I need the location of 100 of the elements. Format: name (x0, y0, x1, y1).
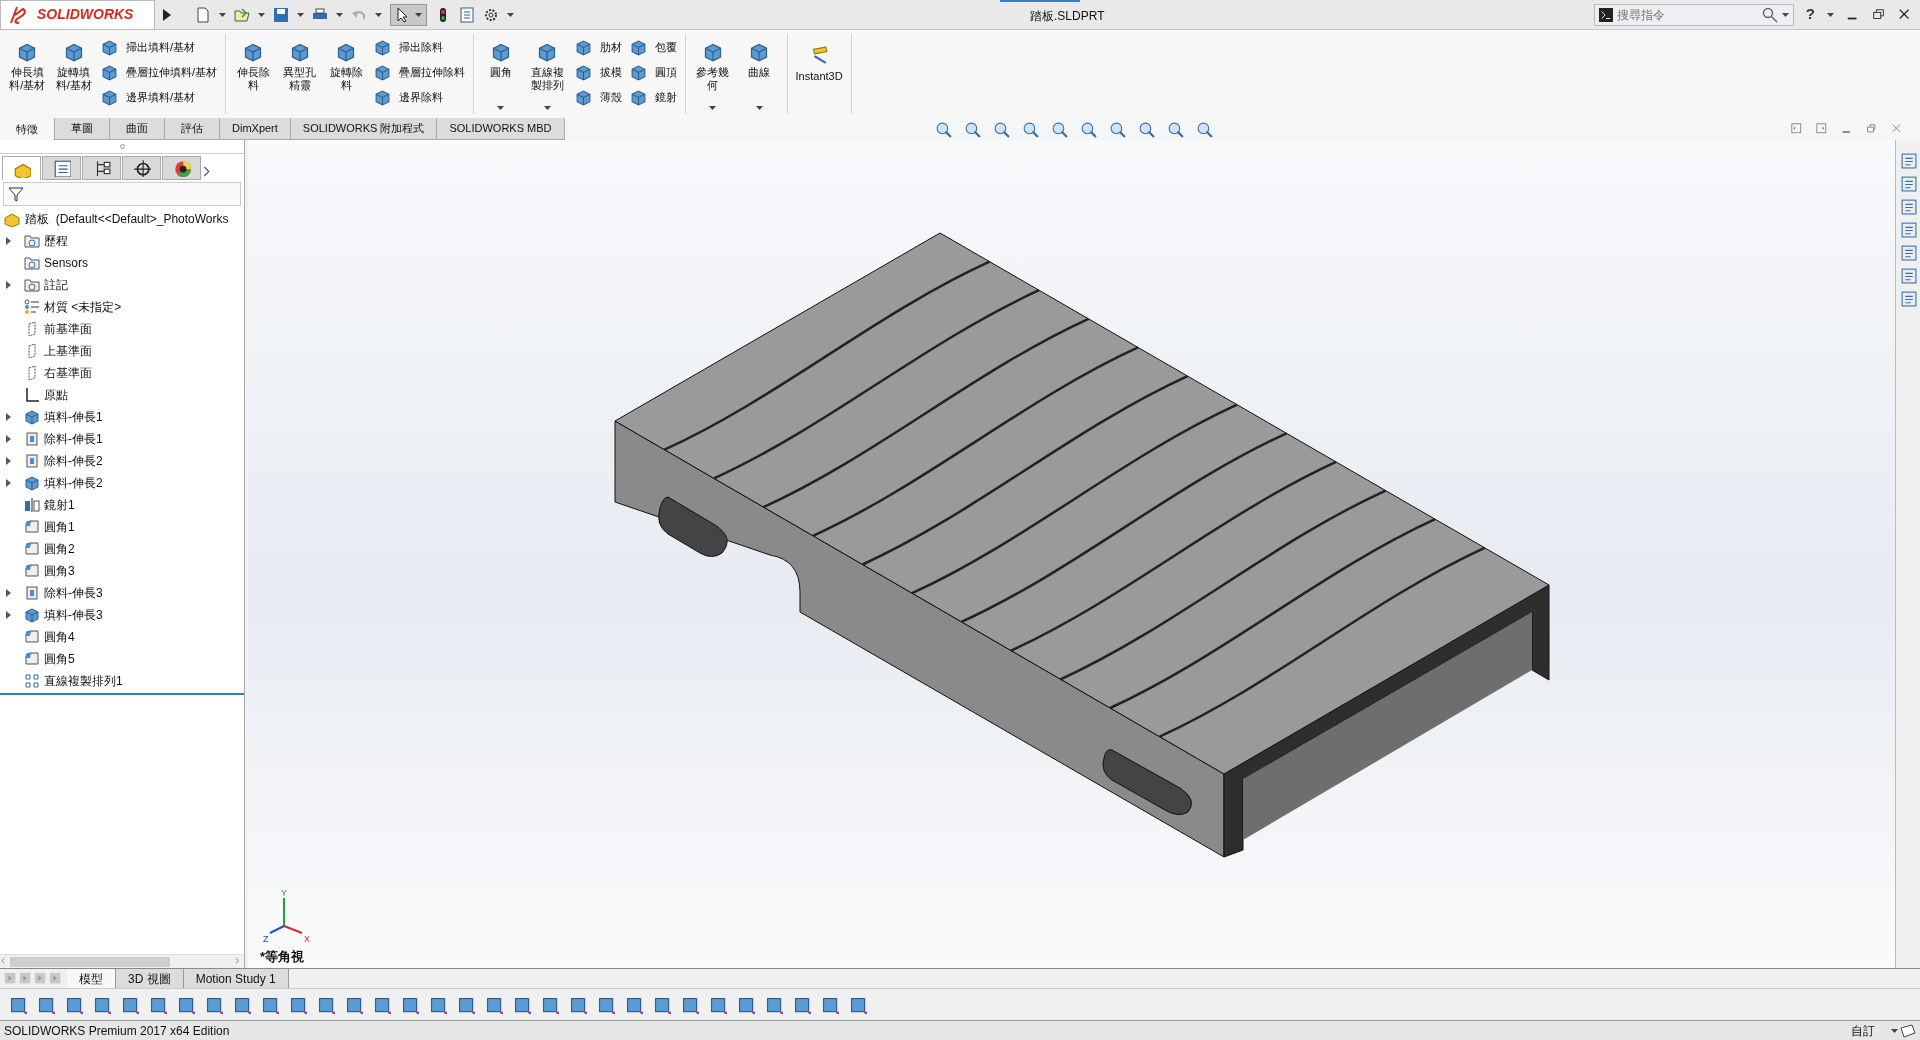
zoom-area-icon[interactable] (963, 120, 981, 138)
caret-icon[interactable] (507, 12, 514, 17)
tree-item[interactable]: 材質 <未指定> (0, 296, 244, 318)
caret-icon[interactable] (755, 106, 763, 110)
ribbon-tab[interactable]: DimXpert (220, 118, 291, 140)
expand-arrow-icon[interactable] (6, 589, 11, 597)
ribbon-button[interactable]: 掃出填料/基材 (101, 36, 218, 58)
tree-item[interactable]: 直線複製排列1 (0, 670, 244, 692)
help-button[interactable]: ? (1805, 3, 1815, 26)
tree-item[interactable]: 歷程 (0, 230, 244, 252)
caret-icon[interactable] (415, 12, 422, 17)
ribbon-tab[interactable]: 曲面 (110, 118, 165, 140)
tree-item[interactable]: 原點 (0, 384, 244, 406)
expand-arrow-icon[interactable] (6, 413, 11, 421)
zoom-fit-icon[interactable] (934, 120, 952, 138)
scrollbar-thumb[interactable] (10, 956, 170, 967)
close-icon[interactable] (1898, 7, 1912, 22)
list-icon[interactable] (52, 159, 71, 177)
tree-item[interactable]: 填料-伸長3 (0, 604, 244, 626)
tree-item[interactable]: 除料-伸長3 (0, 582, 244, 604)
tree-item[interactable]: 圓角2 (0, 538, 244, 560)
caret-icon[interactable] (258, 12, 265, 17)
ribbon-button[interactable]: 伸長除料 (234, 34, 273, 114)
caret-icon[interactable] (219, 12, 226, 17)
new-document-icon[interactable] (195, 6, 211, 23)
properties-icon[interactable] (1899, 267, 1917, 284)
tree-item[interactable]: 上基準面 (0, 340, 244, 362)
crosshair-icon[interactable] (132, 159, 151, 177)
ribbon-button[interactable]: 直線複製排列 (528, 34, 567, 114)
ribbon-button[interactable]: 圓角 (481, 34, 521, 114)
caret-icon[interactable] (1781, 12, 1789, 17)
caret-icon[interactable] (497, 106, 505, 110)
tree-item[interactable]: 圓角3 (0, 560, 244, 582)
ribbon-button[interactable]: 邊界填料/基材 (101, 86, 218, 108)
ribbon-button[interactable]: 伸長填料/基材 (8, 34, 47, 114)
app-logo[interactable]: SOLIDWORKS (0, 0, 155, 30)
ribbon-button[interactable]: 疊層拉伸填料/基材 (101, 61, 218, 83)
command-prompt-icon[interactable] (1598, 7, 1613, 22)
caret-icon[interactable] (709, 106, 717, 110)
expand-arrow-icon[interactable] (6, 237, 11, 245)
expand-arrow-icon[interactable] (6, 479, 11, 487)
tree-item[interactable]: 填料-伸長1 (0, 406, 244, 428)
caret-icon[interactable] (1891, 1028, 1898, 1033)
ribbon-tab[interactable]: SOLIDWORKS 附加程式 (290, 118, 438, 140)
tree-item[interactable]: 鏡射1 (0, 494, 244, 516)
model-tab[interactable]: 3D 視圖 (116, 969, 184, 988)
expand-arrow-icon[interactable] (6, 435, 11, 443)
ribbon-button[interactable]: 參考幾何 (693, 34, 733, 114)
ribbon-button[interactable]: 旋轉除料 (327, 34, 366, 114)
ribbon-button[interactable]: 圓頂 (629, 61, 677, 83)
ribbon-button[interactable]: 薄殼 (574, 86, 622, 108)
model-tab[interactable]: 模型 (67, 969, 116, 988)
tree-item[interactable]: 圓角4 (0, 626, 244, 648)
model-tab[interactable]: Motion Study 1 (183, 969, 289, 988)
ribbon-button[interactable]: 旋轉填料/基材 (54, 34, 93, 114)
ribbon-tab[interactable]: 草圖 (55, 118, 110, 140)
tree-root-label[interactable]: 踏板 (Default<<Default>_PhotoWorks (25, 210, 229, 228)
panel-tab[interactable] (82, 156, 121, 180)
caret-icon[interactable] (375, 12, 382, 17)
expand-arrow-icon[interactable] (6, 611, 11, 619)
panel-tab[interactable] (162, 156, 201, 180)
ribbon-button[interactable]: 拔模 (574, 61, 622, 83)
panel-left-icon[interactable] (1791, 122, 1804, 136)
keyboard-icon[interactable] (1898, 1022, 1916, 1039)
expand-arrow-icon[interactable] (163, 8, 171, 21)
expand-arrow-icon[interactable] (6, 281, 11, 289)
panel-tab[interactable] (122, 156, 161, 180)
tree-item[interactable]: 除料-伸長1 (0, 428, 244, 450)
search-field[interactable]: 搜尋指令 (1593, 3, 1794, 26)
ribbon-button[interactable]: 邊界除料 (373, 86, 465, 108)
search-icon[interactable] (1761, 6, 1778, 23)
search-input[interactable]: 搜尋指令 (1616, 5, 1758, 24)
ribbon-button[interactable]: Instant3D (795, 34, 843, 114)
tree-item[interactable]: 右基準面 (0, 362, 244, 384)
tree-item[interactable]: 註記 (0, 274, 244, 296)
units-button[interactable]: 自訂 (1851, 1021, 1875, 1040)
ribbon-button[interactable]: 疊層拉伸除料 (373, 61, 465, 83)
ribbon-button[interactable]: 異型孔精靈 (280, 34, 320, 114)
settings-icon[interactable] (483, 6, 499, 23)
ribbon-button[interactable]: 曲線 (740, 34, 779, 114)
expand-arrow-icon[interactable] (6, 457, 11, 465)
tree-item[interactable]: 圓角5 (0, 648, 244, 670)
ribbon-tab[interactable]: 評估 (165, 118, 220, 140)
caret-icon[interactable] (1827, 12, 1834, 17)
tree-item[interactable]: Sensors (0, 252, 244, 274)
tree-item[interactable]: 填料-伸長2 (0, 472, 244, 494)
ribbon-button[interactable]: 鏡射 (629, 86, 677, 108)
filter-field[interactable] (3, 182, 241, 206)
ribbon-button[interactable]: 包覆 (629, 36, 677, 58)
tree-item[interactable]: 前基準面 (0, 318, 244, 340)
restore-icon[interactable] (1872, 7, 1886, 22)
open-folder-icon[interactable] (234, 6, 250, 23)
caret-icon[interactable] (336, 12, 343, 17)
save-icon[interactable] (273, 6, 289, 23)
color-wheel-icon[interactable] (172, 159, 191, 177)
ribbon-button[interactable]: 掃出除料 (373, 36, 465, 58)
caret-icon[interactable] (543, 106, 551, 110)
ribbon-button[interactable]: 肋材 (574, 36, 622, 58)
tree-item[interactable]: 圓角1 (0, 516, 244, 538)
caret-icon[interactable] (297, 12, 304, 17)
